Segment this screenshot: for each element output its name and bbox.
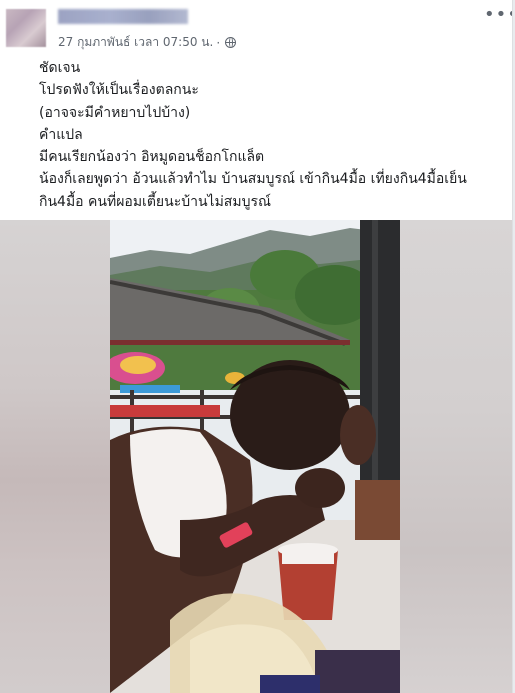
video-frame[interactable] [110,220,400,693]
avatar[interactable] [6,9,46,47]
post-text-line: มีคนเรียกน้องว่า อิหมูดอนช็อกโกแล็ต [39,149,265,166]
post-video[interactable] [0,220,512,693]
post-text-line: โปรดฟังให้เป็นเรื่องตลกนะ [39,82,199,99]
meta-separator: · [216,35,221,50]
post-text-line: กิน4มื้อ คนที่ผอมเตี้ยนะบ้านไม่สมบูรณ์ [39,193,271,210]
globe-icon[interactable] [225,37,237,48]
more-options-icon[interactable]: ••• [484,6,512,24]
post-text-line: (อาจจะมีคำหยาบไปบ้าง) [39,104,191,121]
video-frame-image [110,220,400,693]
post-timestamp[interactable]: 27 กุมภาพันธ์ เวลา 07:50 น. [58,33,213,52]
video-blur-right [400,220,512,693]
post-meta: 27 กุมภาพันธ์ เวลา 07:50 น. · [58,33,237,52]
post-header: 27 กุมภาพันธ์ เวลา 07:50 น. · ••• [0,0,512,56]
post-text-line: น้องก็เลยพูดว่า อ้วนแล้วทำไม บ้านสมบูรณ์… [39,171,467,188]
post-card: 27 กุมภาพันธ์ เวลา 07:50 น. · ••• ชัดเจน… [0,0,513,693]
video-blur-left [0,220,110,693]
post-text-line: ชัดเจน [39,60,81,76]
post-text-line: คำแปล [39,126,83,143]
post-text: ชัดเจน โปรดฟังให้เป็นเรื่องตลกนะ (อาจจะม… [39,57,509,213]
author-name-blurred[interactable] [58,9,188,24]
